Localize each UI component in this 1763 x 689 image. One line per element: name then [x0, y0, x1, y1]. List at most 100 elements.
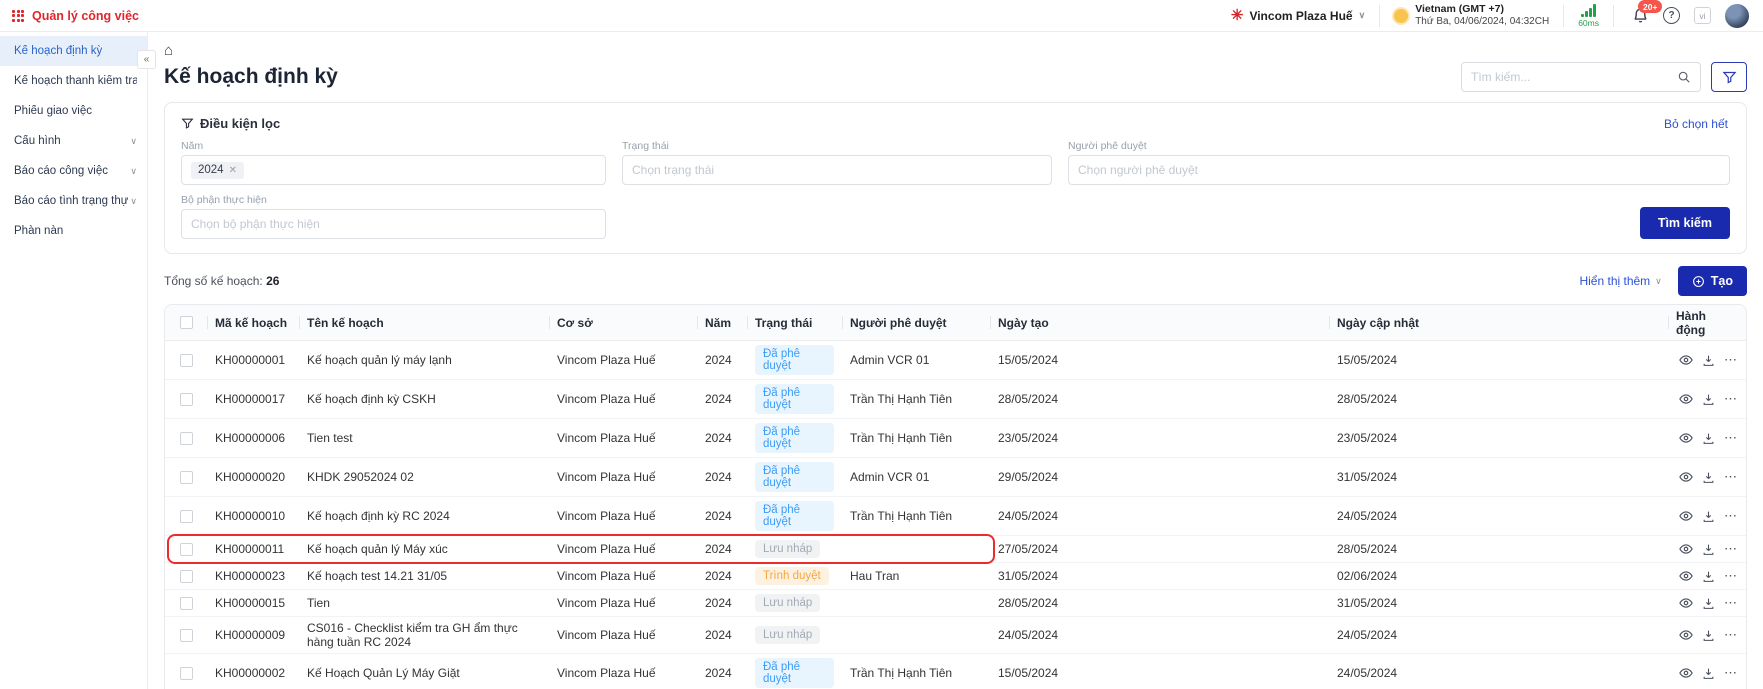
- year-select[interactable]: 2024 ✕: [181, 155, 606, 185]
- download-button[interactable]: [1702, 667, 1715, 680]
- status-badge: Lưu nháp: [755, 626, 820, 644]
- view-button[interactable]: [1679, 628, 1693, 642]
- row-checkbox[interactable]: [180, 543, 193, 556]
- table-row[interactable]: KH00000015TienVincom Plaza Huế2024Lưu nh…: [165, 590, 1746, 617]
- divider: [1563, 5, 1564, 27]
- view-button[interactable]: [1679, 353, 1693, 367]
- table-row[interactable]: KH00000002Kế Hoạch Quản Lý Máy GiặtVinco…: [165, 654, 1746, 689]
- view-button[interactable]: [1679, 596, 1693, 610]
- row-checkbox[interactable]: [180, 354, 193, 367]
- view-button[interactable]: [1679, 509, 1693, 523]
- more-actions-button[interactable]: ⋯: [1724, 665, 1738, 681]
- view-button[interactable]: [1679, 470, 1693, 484]
- more-actions-button[interactable]: ⋯: [1724, 627, 1738, 643]
- remove-tag-icon[interactable]: ✕: [229, 165, 237, 176]
- home-icon[interactable]: ⌂: [164, 43, 173, 58]
- page-title: Kế hoạch định kỳ: [164, 65, 338, 89]
- row-checkbox[interactable]: [180, 629, 193, 642]
- view-button[interactable]: [1679, 542, 1693, 556]
- filter-search-button[interactable]: Tìm kiếm: [1640, 207, 1730, 239]
- more-actions-button[interactable]: ⋯: [1724, 595, 1738, 611]
- download-button[interactable]: [1702, 597, 1715, 610]
- plan-updated-date: 23/05/2024: [1329, 427, 1668, 449]
- view-button[interactable]: [1679, 569, 1693, 583]
- column-header-updated[interactable]: Ngày cập nhật: [1329, 305, 1668, 340]
- chevron-down-icon: ∨: [1359, 10, 1366, 21]
- column-header-name[interactable]: Tên kế hoạch: [299, 305, 549, 340]
- download-button[interactable]: [1702, 432, 1715, 445]
- row-checkbox[interactable]: [180, 393, 193, 406]
- show-more-link[interactable]: Hiển thị thêm ∨: [1579, 274, 1661, 288]
- download-icon: [1702, 667, 1715, 680]
- select-all-checkbox[interactable]: [180, 316, 193, 329]
- language-button[interactable]: vi: [1694, 7, 1711, 24]
- table-row[interactable]: KH00000006Tien testVincom Plaza Huế2024Đ…: [165, 419, 1746, 458]
- site-switcher[interactable]: ✳ Vincom Plaza Huế ∨: [1231, 8, 1365, 23]
- help-button[interactable]: ?: [1663, 7, 1680, 24]
- row-checkbox[interactable]: [180, 667, 193, 680]
- more-actions-button[interactable]: ⋯: [1724, 568, 1738, 584]
- table-row[interactable]: KH00000001Kế hoạch quản lý máy lạnhVinco…: [165, 341, 1746, 380]
- notifications-button[interactable]: 20+: [1632, 7, 1649, 24]
- sidebar-collapse-button[interactable]: «: [137, 50, 156, 69]
- column-header-approver[interactable]: Người phê duyệt: [842, 305, 990, 340]
- column-header-created[interactable]: Ngày tạo: [990, 305, 1329, 340]
- status-select[interactable]: Chọn trạng thái: [622, 155, 1052, 185]
- download-button[interactable]: [1702, 471, 1715, 484]
- plan-approver: Trần Thị Hạnh Tiên: [842, 427, 990, 449]
- row-checkbox[interactable]: [180, 597, 193, 610]
- column-header-status[interactable]: Trạng thái: [747, 305, 842, 340]
- row-checkbox[interactable]: [180, 471, 193, 484]
- row-checkbox[interactable]: [180, 570, 193, 583]
- more-actions-button[interactable]: ⋯: [1724, 430, 1738, 446]
- sidebar-item[interactable]: Kế hoạch định kỳ: [0, 36, 147, 66]
- more-actions-button[interactable]: ⋯: [1724, 391, 1738, 407]
- download-button[interactable]: [1702, 543, 1715, 556]
- column-header-site[interactable]: Cơ sở: [549, 305, 697, 340]
- more-actions-button[interactable]: ⋯: [1724, 508, 1738, 524]
- search-icon[interactable]: [1677, 70, 1691, 84]
- filter-toggle-button[interactable]: [1711, 62, 1747, 92]
- department-label: Bộ phận thực hiện: [181, 194, 606, 206]
- approver-select[interactable]: Chọn người phê duyệt: [1068, 155, 1730, 185]
- user-avatar[interactable]: [1725, 4, 1749, 28]
- sidebar-item[interactable]: Phiếu giao việc: [0, 96, 147, 126]
- plan-approver: [842, 599, 990, 607]
- table-row[interactable]: KH00000017Kế hoạch định kỳ CSKHVincom Pl…: [165, 380, 1746, 419]
- breadcrumb: ⌂: [164, 40, 1747, 60]
- download-button[interactable]: [1702, 393, 1715, 406]
- table-row[interactable]: KH00000023Kế hoạch test 14.21 31/05Vinco…: [165, 563, 1746, 590]
- download-button[interactable]: [1702, 629, 1715, 642]
- search-input[interactable]: [1471, 70, 1677, 84]
- sidebar-item[interactable]: Báo cáo công việc∨: [0, 156, 147, 186]
- plan-site: Vincom Plaza Huế: [549, 538, 697, 560]
- create-button[interactable]: Tạo: [1678, 266, 1747, 296]
- plan-approver: Trần Thị Hạnh Tiên: [842, 505, 990, 527]
- sidebar-item[interactable]: Báo cáo tình trạng thực hiện∨: [0, 186, 147, 216]
- table-row[interactable]: KH00000010Kế hoạch định kỳ RC 2024Vincom…: [165, 497, 1746, 536]
- download-button[interactable]: [1702, 570, 1715, 583]
- download-icon: [1702, 393, 1715, 406]
- more-actions-button[interactable]: ⋯: [1724, 352, 1738, 368]
- more-actions-button[interactable]: ⋯: [1724, 469, 1738, 485]
- more-actions-button[interactable]: ⋯: [1724, 541, 1738, 557]
- view-button[interactable]: [1679, 392, 1693, 406]
- column-header-code[interactable]: Mã kế hoạch: [207, 305, 299, 340]
- download-button[interactable]: [1702, 354, 1715, 367]
- column-header-year[interactable]: Năm: [697, 305, 747, 340]
- clear-all-link[interactable]: Bỏ chọn hết: [1664, 117, 1728, 131]
- app-grid-icon[interactable]: [12, 10, 24, 22]
- row-checkbox[interactable]: [180, 432, 193, 445]
- sidebar-item[interactable]: Kế hoạch thanh kiểm tra chất...: [0, 66, 147, 96]
- sidebar-item[interactable]: Cấu hình∨: [0, 126, 147, 156]
- row-checkbox[interactable]: [180, 510, 193, 523]
- download-button[interactable]: [1702, 510, 1715, 523]
- view-button[interactable]: [1679, 666, 1693, 680]
- view-button[interactable]: [1679, 431, 1693, 445]
- sidebar-item[interactable]: Phàn nàn: [0, 216, 147, 246]
- table-row[interactable]: KH00000009CS016 - Checklist kiểm tra GH …: [165, 617, 1746, 654]
- plan-updated-date: 15/05/2024: [1329, 349, 1668, 371]
- table-row[interactable]: KH00000020KHDK 29052024 02Vincom Plaza H…: [165, 458, 1746, 497]
- table-row[interactable]: KH00000011Kế hoạch quản lý Máy xúcVincom…: [165, 536, 1746, 563]
- department-select[interactable]: Chọn bộ phận thực hiện: [181, 209, 606, 239]
